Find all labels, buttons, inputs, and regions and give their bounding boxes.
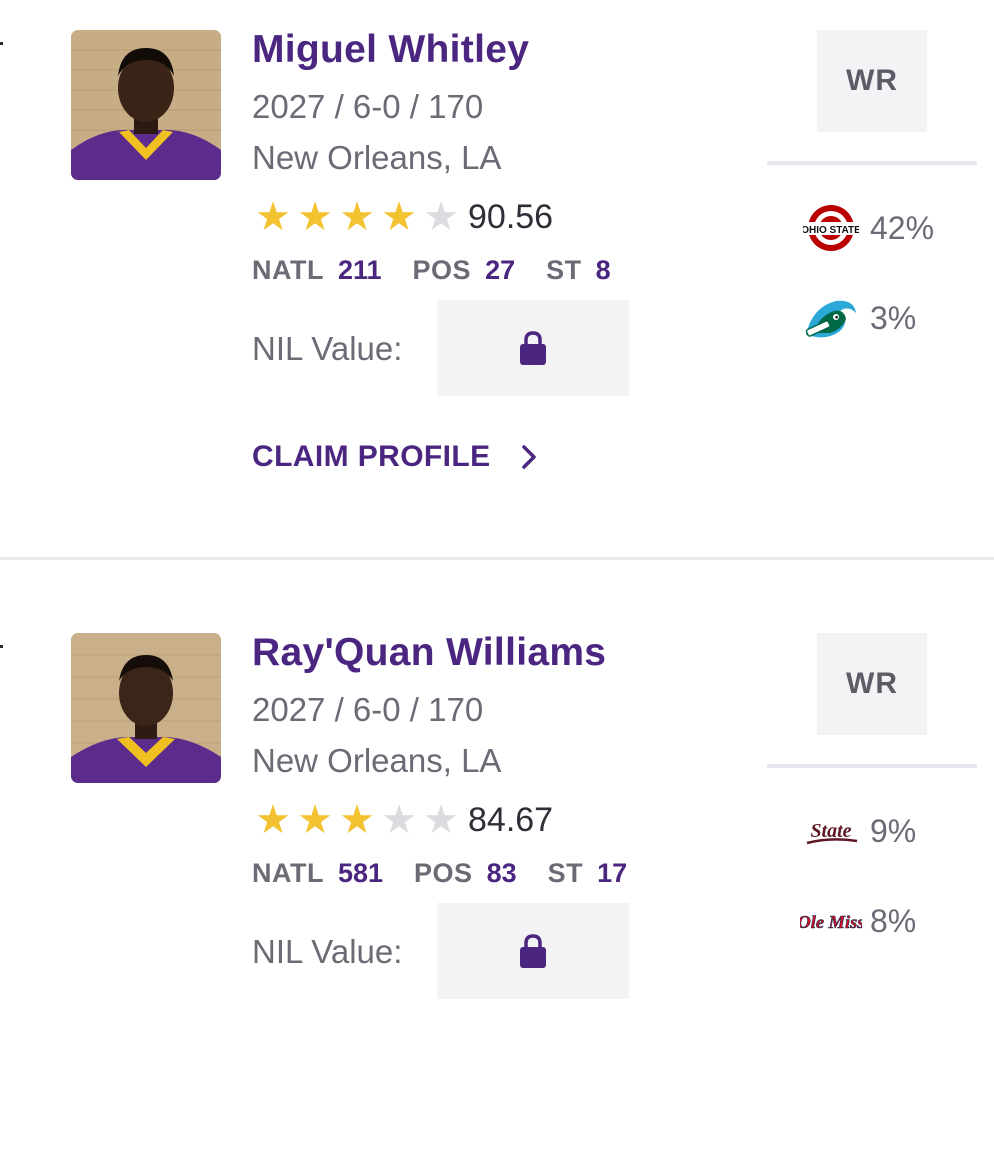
player-name[interactable]: Miguel Whitley xyxy=(252,28,529,72)
prediction-row[interactable]: OHIO STATE 42% xyxy=(800,198,934,258)
claim-profile-label: CLAIM PROFILE xyxy=(252,440,491,473)
rank-value[interactable]: 211 xyxy=(338,255,382,286)
position-badge: WR xyxy=(817,30,927,132)
player-card[interactable]: Miguel Whitley 2027 / 6-0 / 170 New Orle… xyxy=(0,0,994,560)
rank-value[interactable]: 8 xyxy=(596,255,611,286)
rank-state[interactable]: ST 8 xyxy=(546,255,611,286)
nil-value-locked-button[interactable] xyxy=(437,300,629,396)
player-bio: 2027 / 6-0 / 170 xyxy=(252,88,484,125)
prediction-percent: 3% xyxy=(870,299,917,336)
position-divider xyxy=(767,764,977,768)
claim-profile-link[interactable]: CLAIM PROFILE xyxy=(252,440,537,474)
tulane-green-wave-logo xyxy=(800,292,862,344)
rankings: NATL 211 POS 27 ST 8 xyxy=(252,255,642,286)
rank-label: POS xyxy=(412,255,472,285)
star-rating: ★ ★ ★ ★ ★ 90.56 xyxy=(252,194,553,240)
star-rating: ★ ★ ★ ★ ★ 84.67 xyxy=(252,797,553,843)
chevron-right-icon xyxy=(521,444,537,470)
ole-miss-logo: Ole Miss xyxy=(800,895,862,947)
player-bio: 2027 / 6-0 / 170 xyxy=(252,691,484,728)
star-filled-icon: ★ xyxy=(381,194,417,240)
player-card[interactable]: Ray'Quan Williams 2027 / 6-0 / 170 New O… xyxy=(0,603,994,1163)
rank-label: ST xyxy=(547,858,584,888)
star-empty-icon: ★ xyxy=(423,194,459,240)
lock-icon xyxy=(520,331,546,365)
player-name[interactable]: Ray'Quan Williams xyxy=(252,631,606,675)
prediction-percent: 9% xyxy=(870,812,917,849)
position-badge: WR xyxy=(817,633,927,735)
player-hometown: New Orleans, LA xyxy=(252,742,502,779)
card-divider xyxy=(0,557,994,560)
prediction-row[interactable]: 3% xyxy=(800,288,916,348)
player-photo[interactable] xyxy=(71,633,221,783)
star-filled-icon: ★ xyxy=(339,194,375,240)
rank-label: NATL xyxy=(252,255,324,285)
svg-text:Ole Miss: Ole Miss xyxy=(800,912,862,932)
rankings: NATL 581 POS 83 ST 17 xyxy=(252,858,658,889)
rank-label: POS xyxy=(414,858,473,888)
player-photo[interactable] xyxy=(71,30,221,180)
composite-rating: 84.67 xyxy=(468,800,554,839)
ohio-state-logo: OHIO STATE xyxy=(800,202,862,254)
nil-value-label: NIL Value: xyxy=(252,330,403,367)
rank-value[interactable]: 581 xyxy=(338,858,383,889)
rank-position[interactable]: POS 27 xyxy=(413,255,516,286)
star-empty-icon: ★ xyxy=(423,797,459,843)
star-filled-icon: ★ xyxy=(255,194,291,240)
prediction-percent: 42% xyxy=(870,209,935,246)
lock-icon xyxy=(520,934,546,968)
edge-marker xyxy=(0,42,3,45)
nil-value-label: NIL Value: xyxy=(252,933,403,970)
edge-marker xyxy=(0,645,3,648)
position-divider xyxy=(767,161,977,165)
prediction-row[interactable]: Ole Miss 8% xyxy=(800,891,916,951)
nil-value-locked-button[interactable] xyxy=(437,903,629,999)
star-filled-icon: ★ xyxy=(297,194,333,240)
rank-label: NATL xyxy=(252,858,324,888)
mississippi-state-logo: State xyxy=(800,805,862,857)
star-filled-icon: ★ xyxy=(339,797,375,843)
player-hometown: New Orleans, LA xyxy=(252,139,502,176)
prediction-percent: 8% xyxy=(870,902,917,939)
composite-rating: 90.56 xyxy=(468,197,554,236)
svg-text:OHIO STATE: OHIO STATE xyxy=(803,225,859,236)
rank-label: ST xyxy=(546,255,582,285)
rank-position[interactable]: POS 83 xyxy=(414,858,517,889)
rank-value[interactable]: 27 xyxy=(485,255,515,286)
rank-value[interactable]: 83 xyxy=(487,858,517,889)
rank-national[interactable]: NATL 581 xyxy=(252,858,383,889)
star-filled-icon: ★ xyxy=(255,797,291,843)
rank-value[interactable]: 17 xyxy=(597,858,627,889)
rank-national[interactable]: NATL 211 xyxy=(252,255,382,286)
prediction-row[interactable]: State 9% xyxy=(800,801,916,861)
star-empty-icon: ★ xyxy=(381,797,417,843)
star-filled-icon: ★ xyxy=(297,797,333,843)
rank-state[interactable]: ST 17 xyxy=(548,858,628,889)
